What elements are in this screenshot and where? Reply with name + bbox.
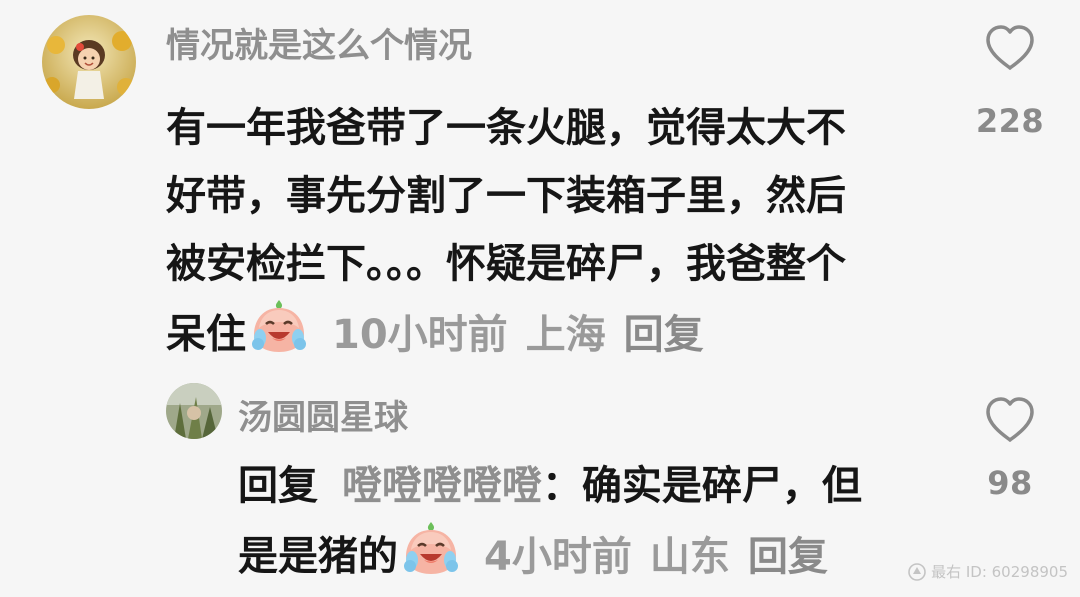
like-count: 228 [975, 102, 1045, 140]
comment-last-line: 呆住 10小时前 上海 回复 [166, 298, 846, 375]
reply-first-line: 回复 噔噔噔噔噔：确实是碎尸，但 [238, 452, 862, 520]
watermark-text: 最右 ID: 60298905 [931, 563, 1068, 581]
reply-meta: 4小时前 山东 回复 [484, 534, 828, 580]
reply-button[interactable]: 回复 [748, 534, 828, 580]
crying-laughing-emoji [250, 298, 308, 375]
comment-location: 上海 [525, 311, 606, 358]
comment-line: 好带，事先分割了一下装箱子里，然后 [166, 173, 846, 219]
reply-location: 山东 [649, 533, 730, 580]
comment-line: 呆住 [166, 311, 246, 358]
heart-icon [986, 25, 1034, 70]
reply-time: 4小时前 [484, 533, 632, 580]
like-count: 98 [987, 464, 1033, 502]
reply-last-line: 是是猪的 4小时前 山东 回复 [238, 520, 862, 597]
reply-username[interactable]: 汤圆圆星球 [238, 390, 408, 439]
comment-meta: 10小时前 上海 回复 [332, 312, 704, 358]
reply-line: ：确实是碎尸，但 [541, 463, 862, 509]
like-button[interactable]: 228 [972, 24, 1048, 140]
watermark: 最右 ID: 60298905 [907, 561, 1068, 582]
heart-icon [986, 397, 1034, 442]
comment-username[interactable]: 情况就是这么个情况 [166, 18, 472, 67]
user-avatar[interactable] [42, 15, 136, 109]
user-avatar[interactable] [166, 383, 222, 439]
reply-line: 是是猪的 [238, 533, 398, 580]
reply-prefix: 回复 [238, 463, 318, 509]
like-button[interactable]: 98 [972, 396, 1048, 502]
reply-body: 回复 噔噔噔噔噔：确实是碎尸，但 是是猪的 4小时前 山东 回复 [238, 452, 862, 597]
app-logo-icon [908, 562, 926, 581]
comment-body: 有一年我爸带了一条火腿，觉得太大不 好带，事先分割了一下装箱子里，然后 被安检拦… [166, 94, 846, 375]
comment-time: 10小时前 [332, 311, 508, 358]
comment-line: 被安检拦下。。。怀疑是碎尸，我爸整个 [166, 241, 846, 287]
comment-line: 有一年我爸带了一条火腿，觉得太大不 [166, 105, 846, 151]
reply-target-user[interactable]: 噔噔噔噔噔 [342, 463, 542, 509]
reply-button[interactable]: 回复 [624, 312, 704, 358]
crying-laughing-emoji [402, 520, 460, 597]
